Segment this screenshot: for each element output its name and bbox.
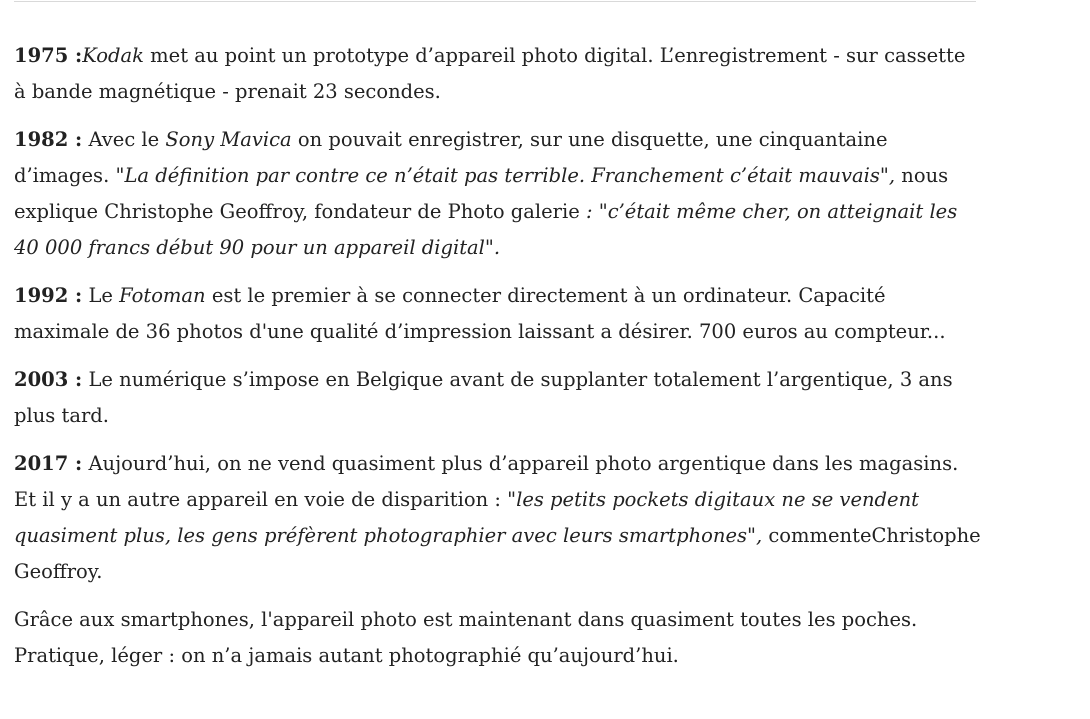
paragraph-2017: 2017 : Aujourd’hui, on ne vend quasiment…	[14, 446, 982, 590]
year-label: 1975 :	[14, 44, 83, 67]
paragraph-2003: 2003 : Le numérique s’impose en Belgique…	[14, 362, 982, 434]
top-divider	[14, 1, 976, 2]
product-name: Fotoman	[119, 284, 206, 307]
paragraph-text: Le	[82, 284, 120, 307]
year-label: 1992 :	[14, 284, 83, 307]
paragraph-text: met au point un prototype d’appareil pho…	[14, 44, 966, 103]
year-label: 1982 :	[14, 128, 83, 151]
paragraph-1975: 1975 :Kodak met au point un prototype d’…	[14, 38, 982, 110]
year-label: 2003 :	[14, 368, 83, 391]
paragraph-closing: Grâce aux smartphones, l'appareil photo …	[14, 608, 918, 667]
paragraph-1992: 1992 : Le Fotoman est le premier à se co…	[14, 278, 982, 350]
product-name: Sony Mavica	[165, 128, 292, 151]
year-label: 2017 :	[14, 452, 83, 475]
paragraph-text: Le numérique s’impose en Belgique avant …	[14, 368, 953, 427]
paragraph-text: Avec le	[82, 128, 166, 151]
article-body: 1975 :Kodak met au point un prototype d’…	[14, 38, 982, 686]
paragraph-1982: 1982 : Avec le Sony Mavica on pouvait en…	[14, 122, 982, 266]
brand-name: Kodak	[82, 44, 144, 67]
quote-text: La définition par contre ce n’était pas …	[124, 164, 896, 187]
